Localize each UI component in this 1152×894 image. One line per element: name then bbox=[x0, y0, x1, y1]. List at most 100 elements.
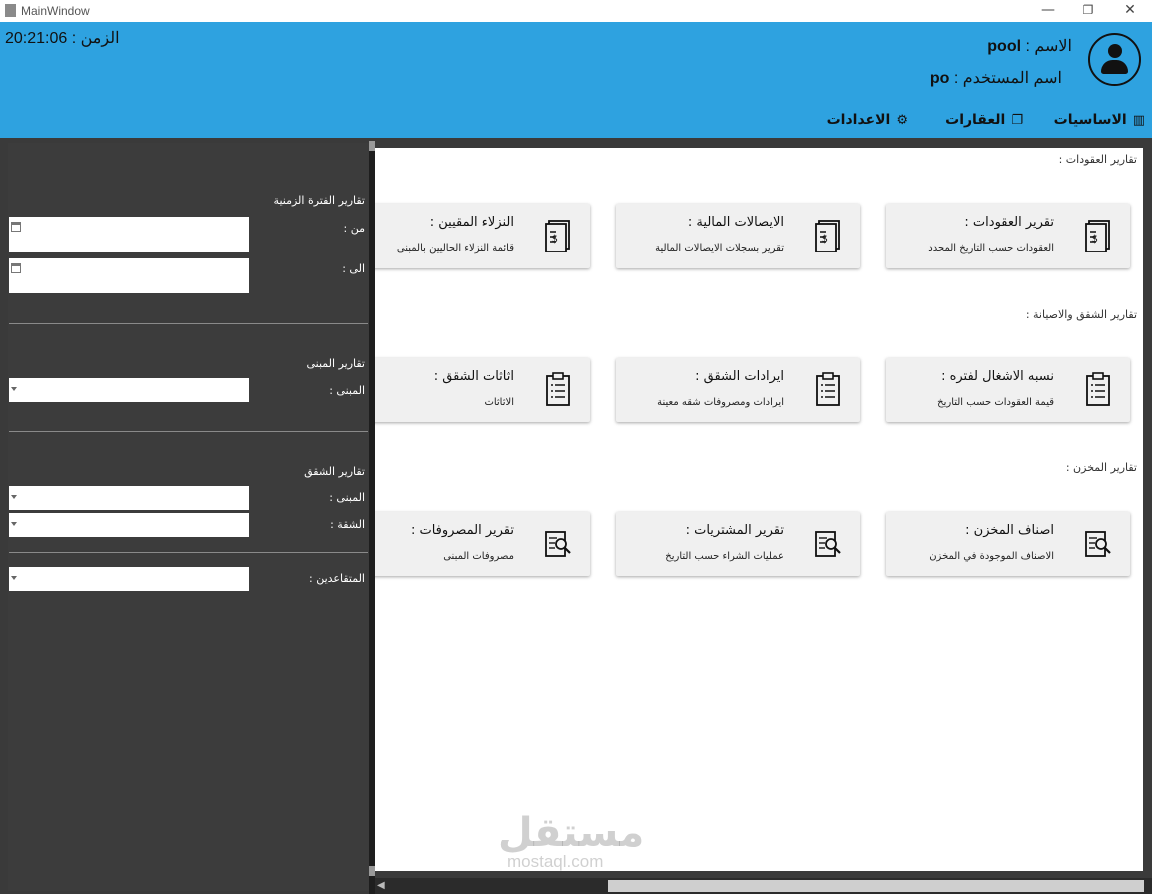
maximize-button[interactable]: ❐ bbox=[1068, 0, 1108, 22]
card-subtitle: قائمة النزلاء الحاليين بالمبنى bbox=[396, 243, 514, 254]
card-subtitle: تقرير بسجلات الايصالات المالية bbox=[655, 243, 784, 254]
card-occupancy-report[interactable]: نسبه الاشغال لفتره : قيمة العقودات حسب ا… bbox=[886, 358, 1130, 422]
invoice-icon: $ bbox=[815, 220, 840, 252]
divider bbox=[9, 431, 368, 432]
splitter-grip-bottom[interactable] bbox=[369, 866, 375, 876]
section-title-apartments: تقارير الشقق والاصيانة : bbox=[1025, 308, 1137, 321]
card-subtitle: الاصناف الموجودة في المخزن bbox=[929, 551, 1054, 562]
app-icon bbox=[5, 4, 16, 17]
menu-settings-label: الاعدادات bbox=[826, 112, 891, 128]
apartment-building-select[interactable] bbox=[9, 486, 249, 510]
chevron-down-icon bbox=[11, 387, 17, 391]
card-receipts-report[interactable]: $ الايصالات المالية : تقرير بسجلات الايص… bbox=[616, 204, 860, 268]
retirees-select[interactable] bbox=[9, 567, 249, 591]
app-header: الزمن : 20:21:06 الاسم : pool اسم المستخ… bbox=[0, 22, 1152, 138]
card-title: ايرادات الشقق : bbox=[695, 369, 784, 384]
section-title-contracts: تقارير العقودات : bbox=[1058, 153, 1137, 166]
scroll-left-icon[interactable]: ◀ bbox=[377, 880, 385, 891]
card-contracts-report[interactable]: $ تقرير العقودات : العقودات حسب التاريخ … bbox=[886, 204, 1130, 268]
user-icon[interactable] bbox=[1088, 33, 1141, 86]
card-title: تقرير العقودات : bbox=[964, 215, 1054, 230]
card-title: تقرير المصروفات : bbox=[410, 523, 514, 538]
card-title: اثاثات الشقق : bbox=[433, 369, 514, 384]
card-apartment-revenue-report[interactable]: ايرادات الشقق : ايرادات ومصروفات شقه معي… bbox=[616, 358, 860, 422]
filter-side-panel: تقارير الفترة الزمنية من : الى : تقارير … bbox=[8, 143, 370, 891]
close-button[interactable]: ✕ bbox=[1110, 0, 1150, 22]
calendar-icon[interactable] bbox=[11, 222, 21, 232]
card-title: نسبه الاشغال لفتره : bbox=[941, 369, 1054, 384]
apartment-building-label: المبنى : bbox=[329, 491, 365, 504]
clock-display: الزمن : 20:21:06 bbox=[5, 30, 120, 47]
period-reports-title: تقارير الفترة الزمنية bbox=[273, 194, 365, 207]
svg-text:$: $ bbox=[1092, 234, 1098, 245]
apartment-reports-title: تقارير الشقق bbox=[304, 465, 365, 478]
clipboard-list-icon bbox=[1086, 372, 1110, 406]
building-icon: ▥ bbox=[1132, 112, 1145, 128]
name-value: pool bbox=[987, 38, 1022, 55]
card-title: الايصالات المالية : bbox=[687, 215, 784, 230]
card-title: تقرير المشتريات : bbox=[685, 523, 784, 538]
scrollbar-thumb[interactable] bbox=[608, 880, 1144, 892]
card-subtitle: العقودات حسب التاريخ المحدد bbox=[928, 243, 1054, 254]
building-select[interactable] bbox=[9, 378, 249, 402]
name-label: الاسم : bbox=[1021, 38, 1072, 55]
from-label: من : bbox=[343, 222, 365, 235]
building-reports-title: تقارير المبنى bbox=[306, 357, 366, 370]
card-expenses-report[interactable]: تقرير المصروفات : مصروفات المبنى bbox=[346, 512, 590, 576]
to-date-picker[interactable] bbox=[9, 258, 249, 293]
section-title-warehouse: تقارير المخزن : bbox=[1065, 461, 1137, 474]
menu-basics-label: الاساسيات bbox=[1053, 112, 1127, 128]
card-warehouse-items-report[interactable]: اصناف المخزن : الاصناف الموجودة في المخز… bbox=[886, 512, 1130, 576]
card-residents-report[interactable]: $ النزلاء المقيين : قائمة النزلاء الحالي… bbox=[346, 204, 590, 268]
menu-properties[interactable]: ❐ العقارات bbox=[933, 110, 1023, 130]
document-search-icon bbox=[1085, 531, 1111, 557]
apartment-label: الشقة : bbox=[330, 518, 365, 531]
panel-splitter[interactable] bbox=[369, 141, 375, 894]
avatar-body bbox=[1101, 60, 1128, 74]
card-subtitle: عمليات الشراء حسب التاريخ bbox=[665, 551, 784, 562]
reports-content: تقارير العقودات : $ تقرير العقودات : الع… bbox=[346, 148, 1143, 871]
from-date-picker[interactable] bbox=[9, 217, 249, 252]
card-subtitle: ايرادات ومصروفات شقه معينة bbox=[657, 397, 784, 408]
menu-settings[interactable]: ⚙ الاعدادات bbox=[816, 110, 908, 130]
invoice-icon: $ bbox=[545, 220, 570, 252]
building-label: المبنى : bbox=[329, 384, 365, 397]
documents-icon: ❐ bbox=[1011, 112, 1023, 128]
window-titlebar: MainWindow — ❐ ✕ bbox=[0, 0, 1152, 22]
svg-text:$: $ bbox=[822, 234, 828, 245]
gear-icon: ⚙ bbox=[896, 112, 908, 128]
minimize-button[interactable]: — bbox=[1028, 0, 1068, 22]
card-title: النزلاء المقيين : bbox=[429, 215, 514, 230]
document-search-icon bbox=[545, 531, 571, 557]
chevron-down-icon bbox=[11, 495, 17, 499]
horizontal-scrollbar[interactable]: ◀ bbox=[375, 878, 1152, 894]
chevron-down-icon bbox=[11, 522, 17, 526]
splitter-grip-top[interactable] bbox=[369, 141, 375, 151]
card-purchases-report[interactable]: تقرير المشتريات : عمليات الشراء حسب التا… bbox=[616, 512, 860, 576]
user-name-line: الاسم : pool bbox=[987, 36, 1072, 56]
username-line: اسم المستخدم : po bbox=[930, 68, 1062, 88]
card-subtitle: الاثاثات bbox=[484, 397, 514, 408]
card-title: اصناف المخزن : bbox=[965, 523, 1054, 538]
document-search-icon bbox=[815, 531, 841, 557]
clipboard-list-icon bbox=[816, 372, 840, 406]
to-label: الى : bbox=[342, 262, 365, 275]
card-subtitle: مصروفات المبنى bbox=[443, 551, 514, 562]
window-title: MainWindow bbox=[21, 4, 90, 18]
divider bbox=[9, 552, 368, 553]
calendar-icon[interactable] bbox=[11, 263, 21, 273]
menu-basics[interactable]: ▥ الاساسيات bbox=[1045, 110, 1145, 130]
card-subtitle: قيمة العقودات حسب التاريخ bbox=[937, 397, 1054, 408]
retirees-label: المتقاعدين : bbox=[309, 572, 365, 585]
menu-properties-label: العقارات bbox=[945, 112, 1006, 128]
invoice-icon: $ bbox=[1085, 220, 1110, 252]
username-value: po bbox=[929, 70, 950, 87]
svg-text:$: $ bbox=[552, 234, 558, 245]
card-furniture-report[interactable]: اثاثات الشقق : الاثاثات bbox=[346, 358, 590, 422]
avatar-head bbox=[1108, 44, 1122, 58]
apartment-select[interactable] bbox=[9, 513, 249, 537]
chevron-down-icon bbox=[11, 576, 17, 580]
watermark-url: mostaql.com bbox=[507, 852, 604, 871]
username-label: اسم المستخدم : bbox=[949, 70, 1062, 87]
watermark-logo: مستقل bbox=[498, 810, 645, 856]
